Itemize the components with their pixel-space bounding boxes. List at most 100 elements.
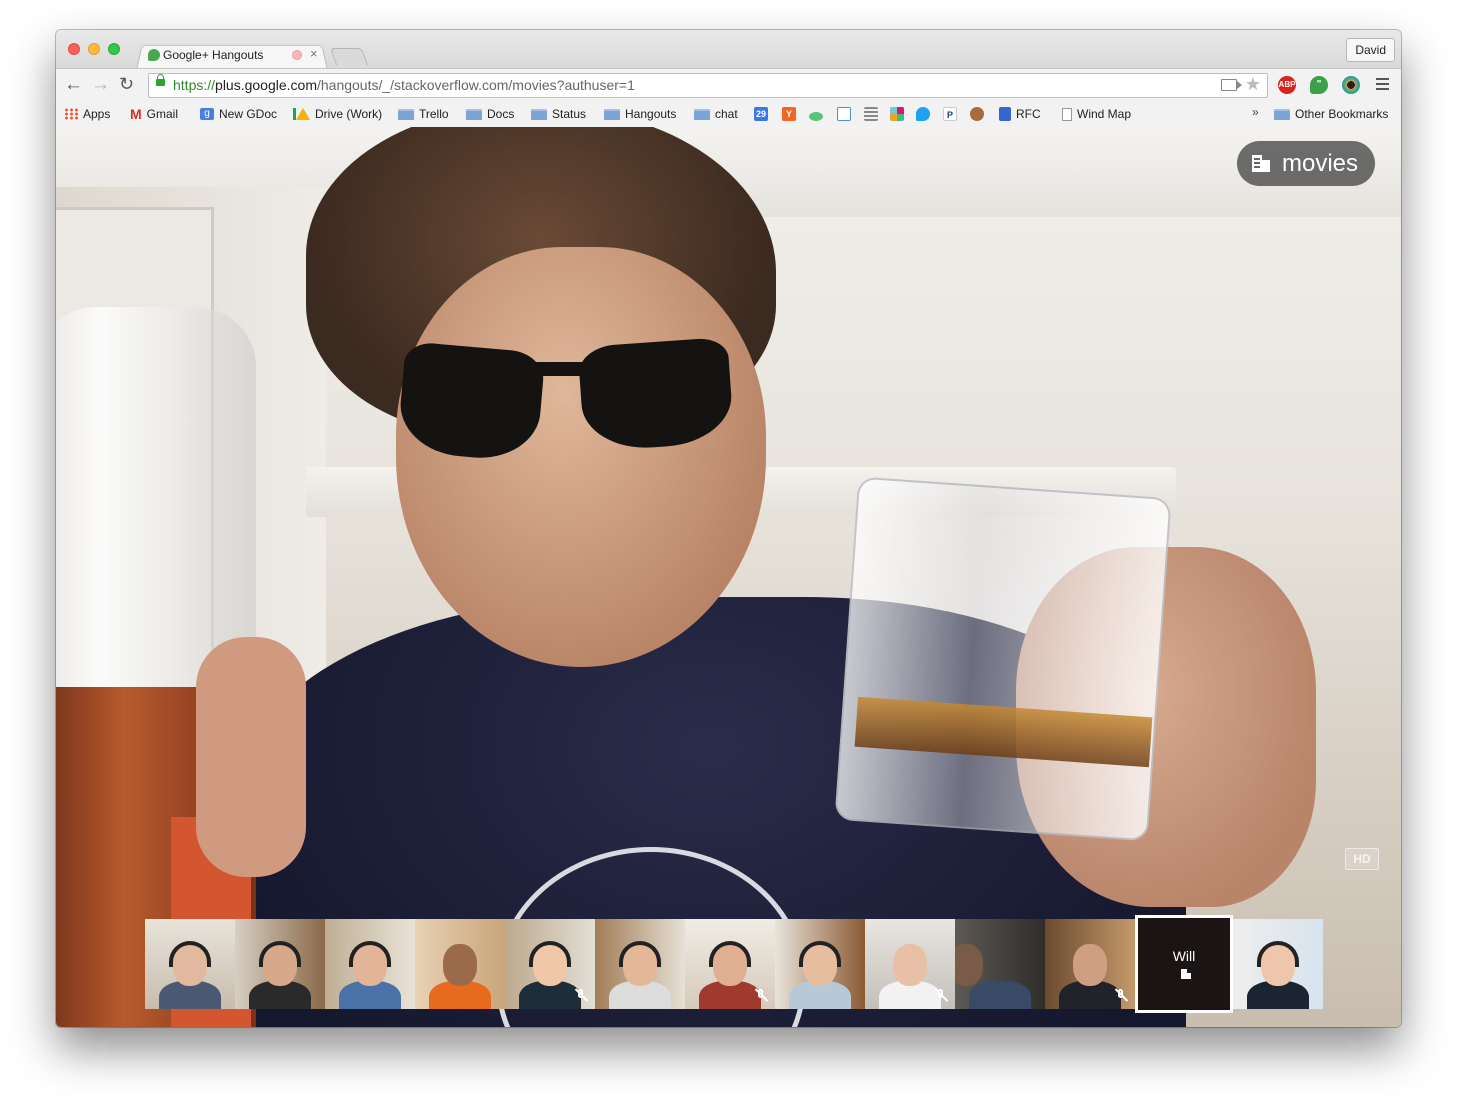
headset-icon xyxy=(799,941,841,967)
twitter-icon xyxy=(916,107,930,121)
bookmark-docs[interactable]: Docs xyxy=(466,106,514,122)
participant-thumbnail[interactable] xyxy=(325,919,415,1009)
participant-thumbnail[interactable] xyxy=(955,919,1045,1009)
participant-thumbnail[interactable] xyxy=(235,919,325,1009)
bookmark-label: Status xyxy=(552,107,587,121)
main-video[interactable]: movies HD Will xyxy=(56,127,1401,1027)
window-close-button[interactable] xyxy=(68,43,80,55)
participant-thumbnail[interactable] xyxy=(595,919,685,1009)
color-picker-icon[interactable] xyxy=(1342,76,1360,94)
bookmark-calendar[interactable]: 29 xyxy=(754,106,773,122)
participant-thumbnail[interactable] xyxy=(775,919,865,1009)
url-scheme: https:// xyxy=(173,77,216,93)
participant-thumbnail[interactable] xyxy=(505,919,595,1009)
participant-thumbnail-selected[interactable]: Will xyxy=(1135,915,1233,1013)
bookmark-label: Wind Map xyxy=(1077,107,1132,121)
bookmark-label: RFC xyxy=(1016,107,1041,121)
bookmarks-overflow-chevron-icon[interactable]: » xyxy=(1252,105,1259,119)
bookmark-squirrel[interactable] xyxy=(970,106,989,122)
participant-face xyxy=(1073,944,1107,986)
participant-body xyxy=(969,981,1031,1009)
hd-toggle[interactable]: HD xyxy=(1345,848,1379,870)
window-minimize-button[interactable] xyxy=(88,43,100,55)
forward-button[interactable]: → xyxy=(91,74,110,96)
bookmark-gmail[interactable]: M Gmail xyxy=(130,106,178,122)
hangouts-extension-icon[interactable]: " xyxy=(1310,76,1328,94)
url-path: /hangouts/_/stackoverflow.com/movies?aut… xyxy=(316,77,635,93)
headset-icon xyxy=(169,941,211,967)
bookmark-pocket[interactable]: P xyxy=(943,106,962,122)
bookmark-hacker-news[interactable]: Y xyxy=(782,106,801,122)
folder-icon xyxy=(531,108,547,120)
participant-filmstrip: Will xyxy=(145,915,1385,1013)
bookmark-chat-bubble[interactable] xyxy=(837,106,856,122)
bookmarks-bar: Apps M Gmail g New GDoc Drive (Work) Tre… xyxy=(56,101,1401,128)
lock-icon[interactable] xyxy=(156,74,165,86)
bookmark-stackexchange[interactable] xyxy=(864,106,883,122)
building-icon xyxy=(1252,155,1270,172)
bookmark-label: chat xyxy=(715,107,738,121)
bookmark-trello[interactable]: Trello xyxy=(398,106,449,122)
microphone-muted-icon xyxy=(1115,989,1127,1003)
participant-thumbnail[interactable] xyxy=(145,919,235,1009)
folder-icon xyxy=(604,108,620,120)
tab-close-icon[interactable]: × xyxy=(310,46,318,61)
participant-thumbnail[interactable] xyxy=(1233,919,1323,1009)
stack-icon xyxy=(864,107,878,121)
bookmark-slack[interactable] xyxy=(890,106,909,122)
google-icon: g xyxy=(200,108,214,120)
bookmark-chat[interactable]: chat xyxy=(694,106,738,122)
bookmark-other-bookmarks[interactable]: Other Bookmarks xyxy=(1274,106,1388,122)
bookmark-new-gdoc[interactable]: g New GDoc xyxy=(200,106,277,122)
ycombinator-icon: Y xyxy=(782,107,796,121)
folder-icon xyxy=(694,108,710,120)
participant-thumbnail[interactable] xyxy=(685,919,775,1009)
tab-strip: Google+ Hangouts × David xyxy=(56,30,1401,70)
reload-button[interactable]: ↻ xyxy=(119,74,134,95)
bookmark-label: Hangouts xyxy=(625,107,677,121)
sunglasses-bridge xyxy=(526,362,596,376)
participant-name: Will xyxy=(1172,948,1196,964)
bookmark-label: Drive (Work) xyxy=(315,107,383,121)
bookmark-star-icon[interactable]: ★ xyxy=(1245,74,1261,95)
back-button[interactable]: ← xyxy=(64,74,83,96)
chat-bubble-icon xyxy=(837,107,851,121)
headset-icon xyxy=(529,941,571,967)
menu-icon[interactable] xyxy=(1376,78,1389,90)
tab-hangouts-content[interactable]: Google+ Hangouts × xyxy=(144,46,334,67)
bookmark-drive-work[interactable]: Drive (Work) xyxy=(296,106,382,122)
room-name: movies xyxy=(1282,149,1359,177)
bookmark-label: Apps xyxy=(83,107,111,121)
adblock-plus-icon[interactable]: ABP xyxy=(1278,76,1296,94)
bookmark-label: Other Bookmarks xyxy=(1295,107,1389,121)
cloud-icon xyxy=(809,111,823,121)
address-bar[interactable]: https://plus.google.com/hangouts/_/stack… xyxy=(148,73,1268,98)
microphone-muted-icon xyxy=(935,989,947,1003)
url-text[interactable]: https://plus.google.com/hangouts/_/stack… xyxy=(173,77,635,93)
url-host: plus.google.com xyxy=(215,77,317,93)
bookmark-hangouts[interactable]: Hangouts xyxy=(604,106,676,122)
headset-icon xyxy=(349,941,391,967)
bookmark-label: New GDoc xyxy=(219,107,278,121)
participant-thumbnail[interactable] xyxy=(1045,919,1135,1009)
participant-thumbnail[interactable] xyxy=(865,919,955,1009)
pocket-icon: P xyxy=(943,107,957,121)
apps-grid-icon xyxy=(64,108,78,120)
bookmark-twitter[interactable] xyxy=(916,106,935,122)
folder-icon xyxy=(1274,108,1290,120)
profile-button[interactable]: David xyxy=(1346,38,1395,62)
video-face xyxy=(396,247,766,667)
participant-thumbnail[interactable] xyxy=(415,919,505,1009)
new-tab-button[interactable] xyxy=(329,48,369,65)
window-zoom-button[interactable] xyxy=(108,43,120,55)
recording-indicator-icon xyxy=(292,50,302,60)
bookmark-wind-map[interactable]: Wind Map xyxy=(1062,106,1131,122)
camera-icon[interactable] xyxy=(1221,79,1242,91)
bookmark-apps[interactable]: Apps xyxy=(64,106,110,122)
participant-face xyxy=(893,944,927,986)
bookmark-cloud[interactable] xyxy=(809,106,828,122)
hangouts-icon xyxy=(148,49,160,61)
bookmark-rfc[interactable]: RFC xyxy=(999,106,1041,122)
bookmark-status[interactable]: Status xyxy=(531,106,586,122)
participant-face xyxy=(443,944,477,986)
